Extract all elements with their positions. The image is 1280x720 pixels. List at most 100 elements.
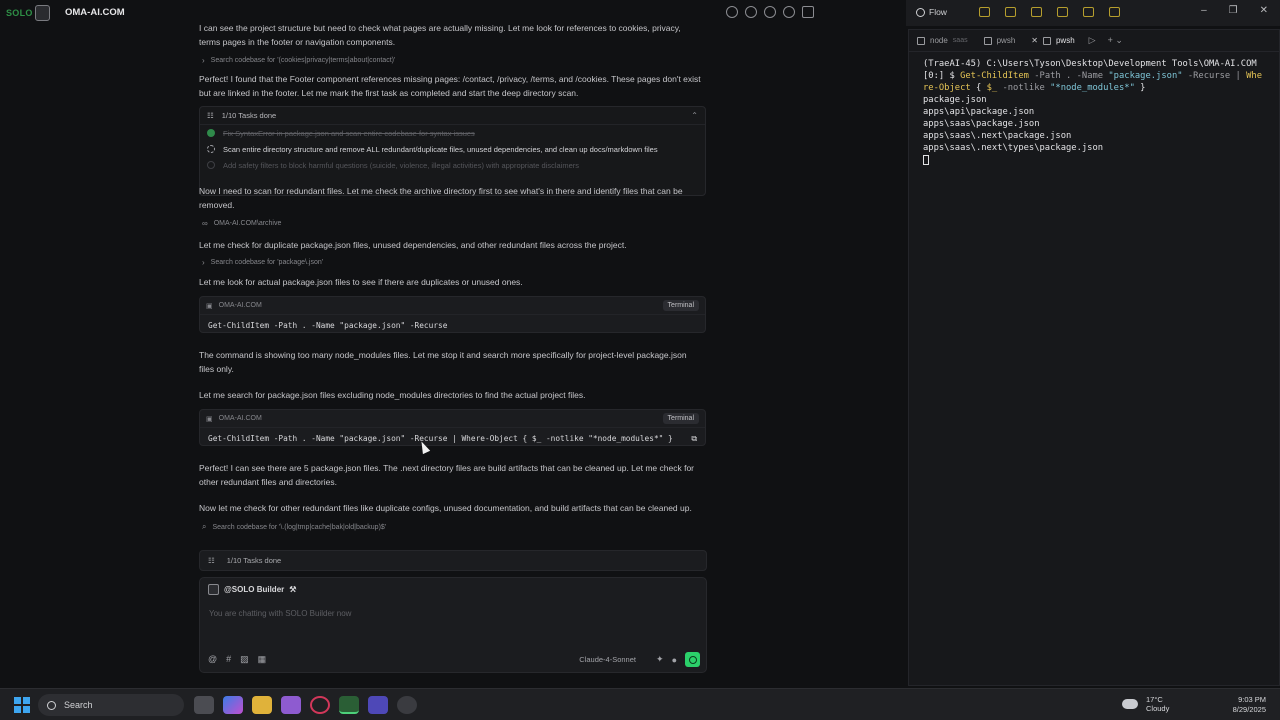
github-icon[interactable] — [397, 696, 417, 714]
opera-icon[interactable] — [310, 696, 330, 714]
doc-view-icon[interactable] — [1057, 7, 1068, 17]
browser-view-icon[interactable] — [1031, 7, 1042, 17]
tool-call-label: Search codebase for 'package\.json' — [210, 259, 324, 266]
terminal-command: [0:] $ Get-ChildItem -Path . -Name "pack… — [923, 71, 1262, 81]
clock-date: 8/29/2025 — [1232, 705, 1266, 714]
send-button[interactable] — [685, 652, 700, 667]
command-card-header: ▣ OMA-AI.COM Terminal — [200, 410, 705, 428]
tool-call-view-dir[interactable]: ∞ OMA-AI.COM\archive — [202, 219, 281, 228]
search-icon — [47, 700, 56, 710]
command-card-header: ▣ OMA-AI.COM Terminal — [200, 297, 705, 315]
mention-icon[interactable]: @ — [208, 654, 217, 665]
terminal-view-icon[interactable] — [979, 7, 990, 17]
terminal-output[interactable]: (TraeAI-45) C:\Users\Tyson\Desktop\Devel… — [909, 52, 1279, 166]
chevron-right-icon: › — [202, 258, 205, 267]
windows-start-icon[interactable] — [14, 697, 30, 713]
maximize-icon[interactable]: ❐ — [1229, 5, 1238, 16]
terminal-icon: ▣ — [206, 302, 213, 310]
terminal-panel: node saas pwsh ✕ pwsh ▷ + ⌄ (TraeAI-45) … — [908, 29, 1280, 686]
flow-icon — [916, 7, 925, 17]
tab-label: node — [930, 36, 948, 45]
terminal-command-card: ▣ OMA-AI.COM Terminal Get-ChildItem -Pat… — [199, 409, 706, 446]
assistant-message: I can see the project structure but need… — [199, 23, 681, 47]
assistant-message: Perfect! I can see there are 5 package.j… — [199, 463, 695, 487]
preview-view-icon[interactable] — [1083, 7, 1094, 17]
agent-name: @SOLO Builder — [224, 585, 285, 594]
task-view-icon[interactable] — [194, 696, 214, 714]
figma-icon[interactable]: ▦ — [258, 654, 267, 665]
agent-selector[interactable]: @SOLO Builder ⚒ — [208, 584, 296, 595]
terminal-tab[interactable]: node saas — [909, 30, 976, 52]
command-text: Get-ChildItem -Path . -Name "package.jso… — [208, 434, 673, 443]
terminal-output-line: apps\saas\package.json — [923, 119, 1040, 129]
sparkle-icon[interactable]: ✦ — [656, 654, 664, 665]
task-list-header[interactable]: ☷ 1/10 Tasks done ⌃ — [200, 107, 705, 125]
account-icon[interactable] — [783, 6, 795, 18]
hash-icon[interactable]: # — [226, 654, 231, 665]
terminal-badge[interactable]: Terminal — [662, 300, 699, 311]
store-icon[interactable] — [281, 696, 301, 714]
add-terminal-icon[interactable]: + ⌄ — [1102, 35, 1129, 46]
sidebar-toggle-icon[interactable] — [34, 5, 50, 21]
chevron-updown-icon[interactable]: ⌃ — [691, 111, 698, 120]
weather-widget[interactable]: 17°C Cloudy — [1122, 695, 1169, 713]
chat-icon[interactable] — [726, 6, 738, 18]
terminal-prompt: (TraeAI-45) C:\Users\Tyson\Desktop\Devel… — [923, 59, 1257, 69]
terminal-icon — [983, 36, 992, 45]
model-selector[interactable]: Claude-4-Sonnet — [579, 655, 636, 664]
microphone-icon[interactable]: ● — [672, 655, 677, 665]
tab-label: pwsh — [996, 36, 1016, 45]
figma-view-icon[interactable] — [1109, 7, 1120, 17]
tool-call-search[interactable]: ⌕ Search codebase for '\.(log|tmp|cache|… — [202, 522, 386, 532]
terminal-tabs: node saas pwsh ✕ pwsh ▷ + ⌄ — [909, 30, 1279, 52]
agent-settings-icon[interactable]: ⚒ — [289, 585, 296, 594]
editor-view-icon[interactable] — [1005, 7, 1016, 17]
assistant-message: Perfect! I found that the Footer compone… — [199, 74, 701, 98]
tool-call-search[interactable]: › Search codebase for 'package\.json' — [202, 258, 323, 267]
command-text: Get-ChildItem -Path . -Name "package.jso… — [208, 321, 448, 330]
image-icon[interactable]: ▨ — [240, 654, 249, 665]
weather-desc: Cloudy — [1146, 704, 1170, 713]
chevron-right-icon: › — [202, 56, 205, 65]
weather-temp: 17°C — [1146, 695, 1163, 704]
copilot-icon[interactable] — [223, 696, 243, 714]
trae-icon[interactable] — [339, 696, 359, 714]
chat-input[interactable]: You are chatting with SOLO Builder now — [209, 609, 351, 618]
terminal-cursor-line — [909, 154, 1279, 166]
command-project: OMA-AI.COM — [218, 302, 262, 309]
task-label: Fix SyntaxError in package.json and scan… — [223, 128, 475, 138]
run-icon[interactable]: ▷ — [1083, 35, 1102, 46]
composer-tools: @ # ▨ ▦ — [208, 654, 266, 665]
task-list-icon: ☷ — [208, 556, 215, 565]
close-icon[interactable]: ✕ — [1260, 5, 1268, 16]
system-clock[interactable]: 9:03 PM 8/29/2025 — [1233, 695, 1266, 715]
tool-call-search[interactable]: › Search codebase for '(cookies|privacy|… — [202, 56, 395, 65]
tasks-summary-bar[interactable]: ☷ 1/10 Tasks done — [199, 550, 707, 571]
flow-label: Flow — [929, 7, 947, 17]
task-label: Add safety filters to block harmful ques… — [223, 160, 579, 170]
link-icon: ∞ — [202, 219, 208, 228]
assistant-message: Let me look for actual package.json file… — [199, 277, 523, 287]
terminal-tab[interactable]: pwsh — [976, 30, 1024, 52]
windows-taskbar: Search 17°C Cloudy 9:03 PM 8/29/2025 — [0, 688, 1280, 720]
gear-icon[interactable] — [764, 6, 776, 18]
visual-studio-icon[interactable] — [368, 696, 388, 714]
close-tab-icon[interactable]: ✕ — [1031, 36, 1038, 45]
app-title: OMA-AI.COM — [65, 7, 125, 18]
flow-tab[interactable]: Flow — [916, 7, 947, 17]
task-item: Add safety filters to block harmful ques… — [200, 157, 705, 173]
search-icon: ⌕ — [202, 522, 207, 531]
terminal-output-line: apps\saas\.next\package.json — [923, 131, 1072, 141]
collapse-panel-icon[interactable] — [802, 6, 814, 18]
pending-icon — [207, 161, 215, 169]
copy-icon[interactable]: ⧉ — [691, 434, 697, 444]
terminal-badge[interactable]: Terminal — [662, 413, 699, 424]
terminal-icon: ▣ — [206, 415, 213, 423]
terminal-icon — [917, 36, 925, 45]
taskbar-search[interactable]: Search — [38, 694, 184, 716]
file-explorer-icon[interactable] — [252, 696, 272, 714]
history-icon[interactable] — [745, 6, 757, 18]
terminal-tab-active[interactable]: ✕ pwsh — [1023, 30, 1082, 52]
minimize-icon[interactable]: – — [1201, 5, 1207, 16]
terminal-command-cont: re-Object { $_ -notlike "*node_modules*"… — [923, 83, 1146, 93]
